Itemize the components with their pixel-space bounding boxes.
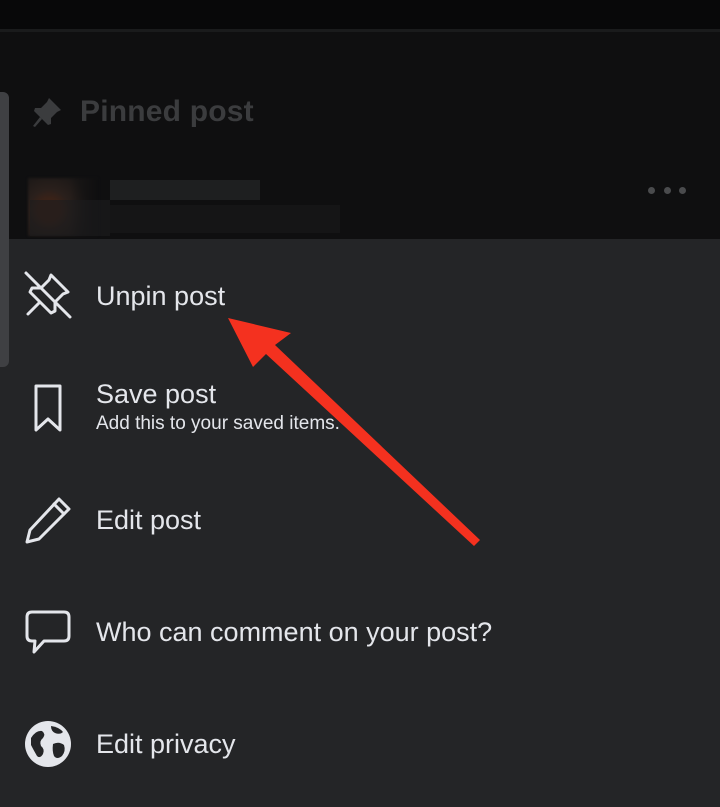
post-meta-blurred: [110, 205, 340, 233]
scroll-handle[interactable]: [0, 92, 9, 367]
unpin-icon: [22, 269, 74, 321]
pin-icon: [33, 98, 61, 127]
comment-settings-item[interactable]: Who can comment on your post?: [0, 606, 720, 662]
pinned-post-header: Pinned post: [30, 92, 254, 132]
comment-icon: [22, 606, 74, 658]
pinned-post-label: Pinned post: [80, 95, 254, 128]
pencil-icon: [22, 494, 74, 546]
top-bar: [0, 0, 720, 31]
author-name-blurred: [110, 180, 260, 200]
unpin-post-label: Unpin post: [96, 281, 226, 311]
blurred-block: [30, 200, 110, 236]
unpin-post-item[interactable]: Unpin post: [0, 269, 720, 325]
save-post-description: Add this to your saved items.: [96, 413, 340, 434]
edit-post-item[interactable]: Edit post: [0, 494, 720, 550]
bookmark-icon: [22, 382, 74, 434]
edit-post-label: Edit post: [96, 505, 202, 535]
comment-settings-label: Who can comment on your post?: [96, 617, 493, 647]
more-options-icon[interactable]: [648, 182, 686, 198]
save-post-label: Save post: [96, 379, 217, 409]
globe-icon: [22, 718, 74, 770]
edit-privacy-label: Edit privacy: [96, 729, 236, 759]
save-post-item[interactable]: Save post Add this to your saved items.: [0, 378, 720, 442]
edit-privacy-item[interactable]: Edit privacy: [0, 718, 720, 774]
